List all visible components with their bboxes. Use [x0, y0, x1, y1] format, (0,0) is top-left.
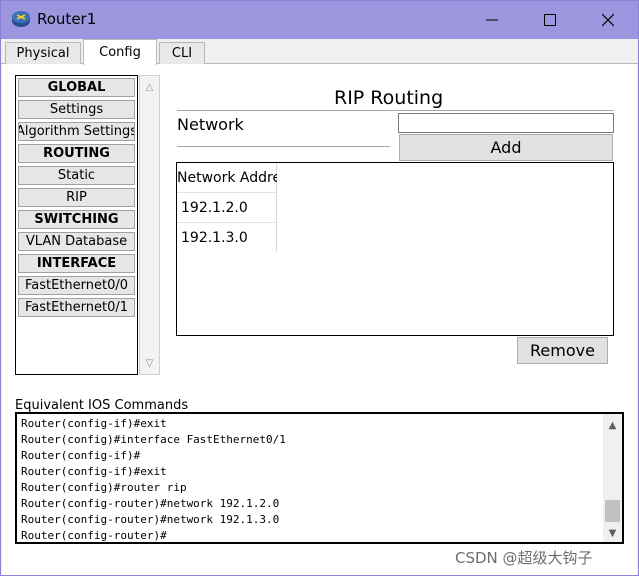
watermark: CSDN @超级大钩子 [455, 549, 593, 567]
network-input[interactable] [398, 113, 614, 133]
nav-item-fastethernet0-1[interactable]: FastEthernet0/1 [18, 298, 135, 317]
add-button[interactable]: Add [399, 134, 613, 161]
nav-item-fastethernet0-0[interactable]: FastEthernet0/0 [18, 276, 135, 295]
remove-button[interactable]: Remove [517, 337, 608, 364]
maximize-button[interactable] [521, 1, 579, 39]
minimize-icon [486, 19, 498, 21]
rip-routing-title: RIP Routing [334, 87, 444, 109]
nav-header-interface[interactable]: INTERFACE [18, 254, 135, 273]
network-row[interactable]: 192.1.2.0 [177, 192, 277, 222]
nav-item-algorithm-settings[interactable]: Algorithm Settings [18, 122, 135, 141]
window-title: Router1 [37, 10, 97, 28]
network-label: Network [177, 115, 244, 134]
ios-command-line: Router(config-router)# [21, 529, 167, 542]
minimize-button[interactable] [463, 1, 521, 39]
ios-command-line: Router(config-if)#exit [21, 417, 167, 430]
scroll-down-icon[interactable]: ▽ [140, 354, 159, 372]
ios-command-line: Router(config-if)#exit [21, 465, 167, 478]
title-divider [177, 110, 614, 111]
ios-command-line: Router(config)#router rip [21, 481, 187, 494]
ios-scroll-thumb[interactable] [605, 500, 620, 522]
network-address-header[interactable]: Network Address [177, 163, 277, 193]
nav-item-vlan-database[interactable]: VLAN Database [18, 232, 135, 251]
maximize-icon [544, 14, 556, 26]
close-button[interactable] [579, 1, 637, 39]
ios-commands-console[interactable]: Router(config-if)#exit Router(config)#in… [15, 412, 624, 544]
nav-header-switching[interactable]: SWITCHING [18, 210, 135, 229]
nav-header-global[interactable]: GLOBAL [18, 78, 135, 97]
ios-command-line: Router(config-if)# [21, 449, 141, 462]
nav-item-static[interactable]: Static [18, 166, 135, 185]
config-nav-list: GLOBAL Settings Algorithm Settings ROUTI… [15, 75, 138, 375]
ios-command-line: Router(config-router)#network 192.1.3.0 [21, 513, 280, 526]
ios-scrollbar[interactable]: ▲ ▼ [603, 414, 622, 542]
tab-bar: Physical Config CLI [1, 39, 638, 65]
tab-config[interactable]: Config [83, 39, 157, 65]
ios-command-line: Router(config)#interface FastEthernet0/1 [21, 433, 286, 446]
router-window: Router1 Physical Config CLI GLOBAL Setti… [0, 0, 639, 576]
network-row[interactable]: 192.1.3.0 [177, 222, 277, 252]
ios-command-line: Router(config-router)#network 192.1.2.0 [21, 497, 280, 510]
network-divider [177, 146, 390, 147]
nav-scrollbar[interactable]: △ ▽ [139, 75, 160, 375]
ios-commands-label: Equivalent IOS Commands [15, 398, 189, 413]
scroll-down-icon[interactable]: ▼ [603, 524, 622, 542]
nav-header-routing[interactable]: ROUTING [18, 144, 135, 163]
nav-item-rip[interactable]: RIP [18, 188, 135, 207]
nav-item-settings[interactable]: Settings [18, 100, 135, 119]
scroll-up-icon[interactable]: △ [140, 78, 159, 96]
scroll-up-icon[interactable]: ▲ [603, 416, 622, 434]
network-address-column: Network Address 192.1.2.0 192.1.3.0 [177, 163, 277, 252]
network-address-list: Network Address 192.1.2.0 192.1.3.0 [176, 162, 614, 336]
tab-cli[interactable]: CLI [159, 42, 205, 64]
tab-physical[interactable]: Physical [5, 42, 81, 64]
router-app-icon [10, 9, 32, 29]
close-icon [602, 14, 614, 26]
title-bar[interactable]: Router1 [1, 1, 638, 39]
